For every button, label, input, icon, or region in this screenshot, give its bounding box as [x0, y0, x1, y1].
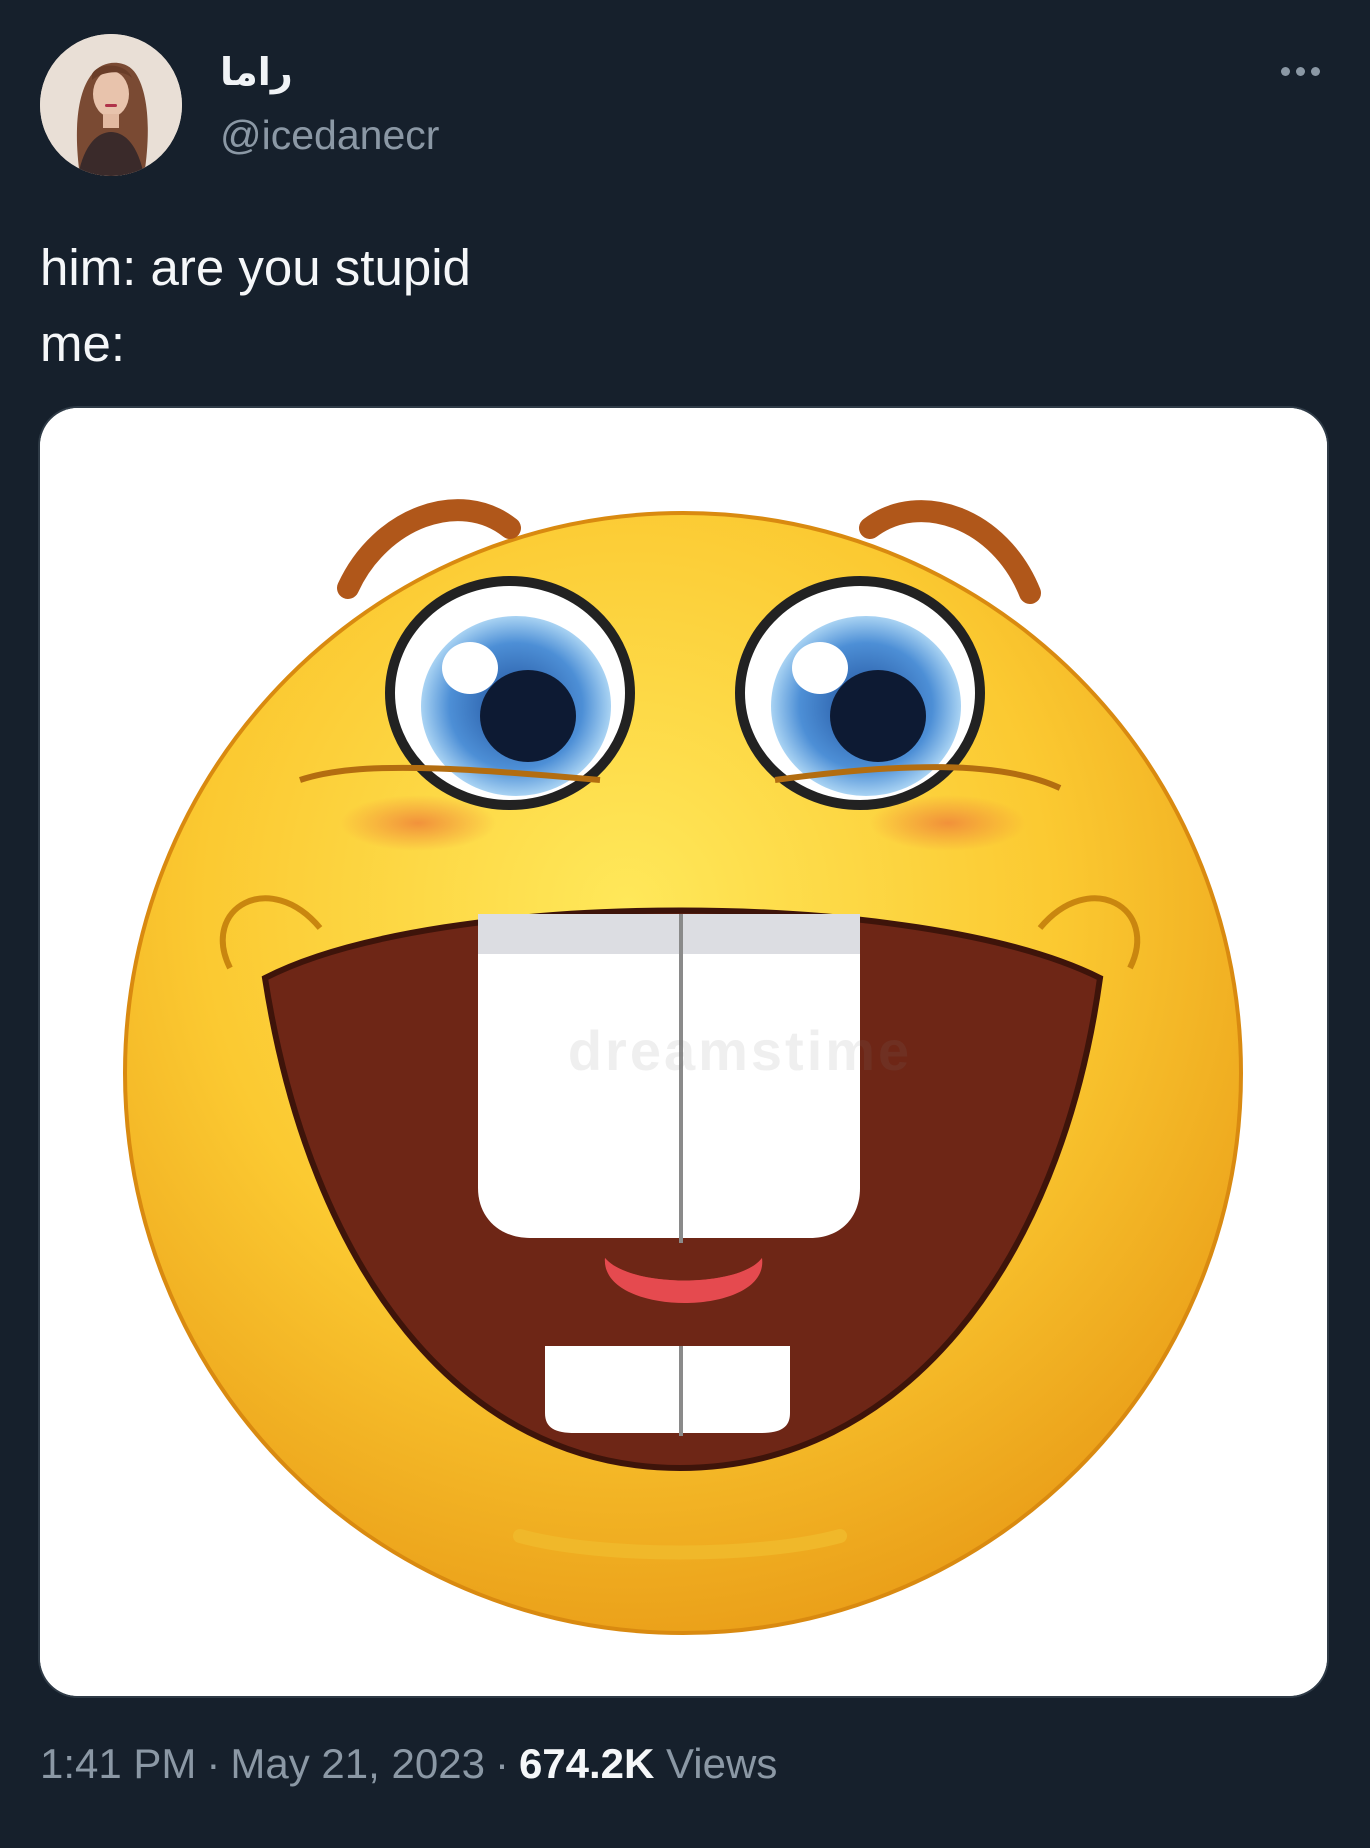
media-watermark: dreamstime	[567, 1019, 913, 1082]
avatar[interactable]	[40, 34, 182, 176]
tweet-header: راما @icedanecr	[40, 34, 1330, 179]
tweet-date[interactable]: May 21, 2023	[230, 1740, 485, 1787]
views-label: Views	[666, 1740, 778, 1787]
tweet: راما @icedanecr him: are you stupid me:	[0, 0, 1370, 1848]
views-count: 674.2K	[518, 1740, 655, 1787]
tweet-time[interactable]: 1:41 PM	[40, 1740, 196, 1787]
tweet-meta: 1:41 PM · May 21, 2023 · 674.2K Views	[40, 1740, 1330, 1788]
tweet-media-image[interactable]: dreamstime	[40, 408, 1327, 1696]
meta-separator: ·	[494, 1740, 509, 1787]
author-display-name[interactable]: راما	[220, 50, 293, 94]
more-horizontal-icon	[1280, 66, 1320, 76]
more-options-button[interactable]	[1270, 54, 1330, 88]
author-handle[interactable]: @icedanecr	[220, 112, 439, 159]
meta-separator: ·	[206, 1740, 221, 1787]
tweet-text: him: are you stupid me:	[40, 239, 471, 372]
avatar-photo	[40, 34, 182, 176]
